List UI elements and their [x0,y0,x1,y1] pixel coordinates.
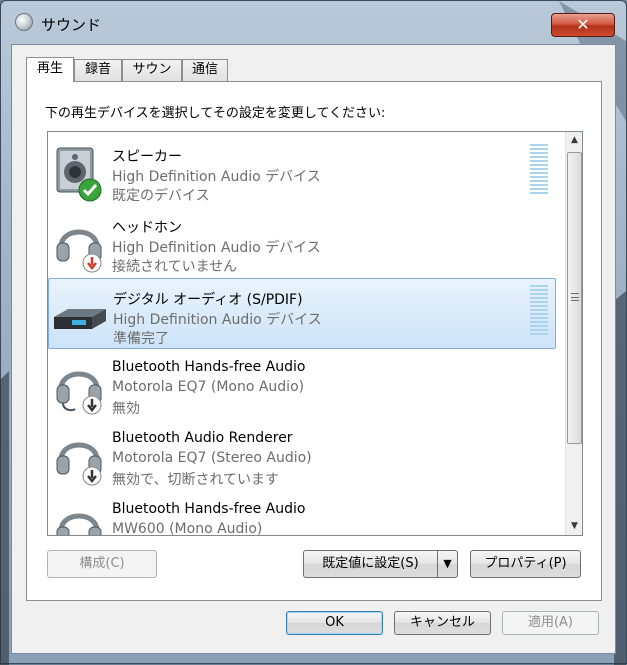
device-subtitle: Motorola EQ7 (Mono Audio) [112,379,305,395]
device-name: デジタル オーディオ (S/PDIF) [113,292,303,308]
apply-button[interactable]: 適用(A) [502,611,599,635]
device-name: Bluetooth Audio Renderer [112,430,293,446]
device-status: 無効で、切断されています [112,472,280,488]
device-item-headphones[interactable]: ヘッドホン High Definition Audio デバイス 接続されていま… [48,207,556,278]
device-subtitle: High Definition Audio デバイス [113,312,322,328]
device-subtitle: High Definition Audio デバイス [112,169,321,185]
device-item-bt-audio-renderer[interactable]: Bluetooth Audio Renderer Motorola EQ7 (S… [48,420,556,491]
tab-playback[interactable]: 再生 [26,57,74,82]
device-name: Bluetooth Hands-free Audio [112,501,306,517]
device-status: 準備完了 [113,331,169,347]
set-default-button[interactable]: 既定値に設定(S) ▼ [303,550,458,578]
device-list-scrollbar[interactable]: ▲ ▼ [565,132,582,535]
tab-sounds[interactable]: サウンド [122,59,182,97]
properties-button[interactable]: プロパティ(P) [470,550,581,578]
device-status: 既定のデバイス [112,188,210,204]
tab-recording[interactable]: 録音 [74,59,122,81]
device-name: スピーカー [112,149,182,165]
dialog-client-area: 再生 録音 サウンド 通信 下の再生デバイスを選択してその設定を変更してください… [11,44,616,654]
device-subtitle: Motorola EQ7 (Stereo Audio) [112,450,312,466]
disabled-icon [82,395,102,415]
scroll-down-icon[interactable]: ▼ [566,518,582,535]
set-default-label: 既定値に設定(S) [322,556,419,571]
device-item-speakers[interactable]: スピーカー High Definition Audio デバイス 既定のデバイス [48,136,556,207]
instruction-text: 下の再生デバイスを選択してその設定を変更してください: [45,106,386,121]
device-item-bt-handsfree-mw600[interactable]: Bluetooth Hands-free Audio MW600 (Mono A… [48,491,556,536]
headset-icon [56,513,102,535]
device-subtitle: High Definition Audio デバイス [112,240,321,256]
device-item-digital-audio[interactable]: デジタル オーディオ (S/PDIF) High Definition Audi… [48,278,556,349]
device-subtitle: MW600 (Mono Audio) [112,521,263,536]
playback-panel: 下の再生デバイスを選択してその設定を変更してください: スピーカー High D… [26,81,602,601]
close-icon: ✕ [576,15,590,34]
speaker-app-icon [15,13,33,31]
chevron-down-icon: ▼ [443,557,452,570]
set-default-dropdown[interactable]: ▼ [437,551,457,577]
scroll-thumb[interactable] [567,152,582,444]
tab-communications[interactable]: 通信 [182,59,228,81]
device-status: 無効 [112,401,140,417]
ok-button[interactable]: OK [286,611,383,635]
unplugged-icon [82,253,102,273]
device-name: Bluetooth Hands-free Audio [112,359,306,375]
grip-icon [571,293,579,301]
default-check-icon [78,178,102,202]
device-name: ヘッドホン [112,220,182,236]
device-status: 接続されていません [112,259,238,275]
device-list[interactable]: スピーカー High Definition Audio デバイス 既定のデバイス [47,131,583,536]
disabled-icon [82,466,102,486]
scroll-up-icon[interactable]: ▲ [566,132,582,149]
window-title: サウンド [41,16,102,34]
close-button[interactable]: ✕ [551,13,615,37]
sound-dialog: サウンド ✕ 再生 録音 サウンド 通信 下の再生デバイスを選択してその設定を変… [0,0,627,665]
device-item-bt-handsfree-eq7[interactable]: Bluetooth Hands-free Audio Motorola EQ7 … [48,349,556,420]
volume-meter [530,285,548,335]
cancel-button[interactable]: キャンセル [394,611,491,635]
title-bar[interactable]: サウンド ✕ [1,1,626,37]
configure-button[interactable]: 構成(C) [47,550,157,578]
digital-audio-icon [54,309,106,329]
volume-meter [530,144,548,194]
